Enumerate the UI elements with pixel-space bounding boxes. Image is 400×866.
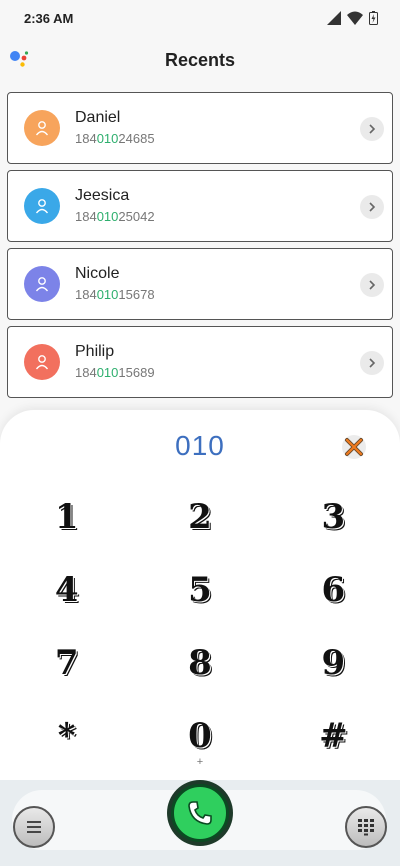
key-label: 8 [188,642,212,683]
key-1[interactable]: 1 [0,480,133,553]
contact-card-nicole[interactable]: Nicole 18401015678 [7,248,393,320]
assistant-icon[interactable] [8,48,30,70]
contact-text: Jeesica 18401025042 [75,186,155,226]
call-button[interactable] [167,780,233,846]
key-label: 9 [321,642,346,683]
key-hash[interactable]: # [267,699,400,772]
contact-number: 18401025042 [75,208,155,226]
key-4[interactable]: 4 [0,553,133,626]
status-time: 2:36 AM [24,10,74,26]
person-icon [35,355,49,370]
show-keypad-button[interactable] [345,806,387,848]
key-label: 2 [188,496,212,537]
chevron-right-icon [369,280,376,290]
status-bar: 2:36 AM [0,0,400,36]
number-suffix: 24685 [118,131,155,146]
number-prefix: 184 [75,287,97,302]
menu-button[interactable] [13,806,55,848]
contact-name: Nicole [75,265,120,282]
contact-name: Philip [75,343,115,360]
contact-text: Nicole 18401015678 [75,264,155,304]
keypad: 1 2 3 4 5 6 7 8 9 * 0 + # [0,480,400,772]
contact-card-jeesica[interactable]: Jeesica 18401025042 [7,170,393,242]
contact-card-philip[interactable]: Philip 18401015689 [7,326,393,398]
menu-icon [27,821,41,833]
phone-icon [188,801,212,825]
number-prefix: 184 [75,365,97,380]
battery-charging-icon [369,11,378,25]
status-icons [327,11,378,25]
number-match: 010 [96,131,119,146]
key-label: 5 [188,569,212,610]
key-8[interactable]: 8 [133,626,266,699]
avatar [24,188,60,224]
avatar [24,344,60,380]
number-match: 010 [96,365,119,380]
key-label: 1 [54,496,79,537]
person-icon [35,277,49,292]
key-0[interactable]: 0 + [133,699,266,772]
contact-number: 18401015678 [75,286,155,304]
key-label: 7 [54,642,79,683]
recents-list: Daniel 18401024685 Jeesica 18401025042 N… [7,92,393,404]
cellular-signal-icon [327,11,341,25]
chevron-right-icon [369,358,376,368]
contact-text: Philip 18401015689 [75,342,155,382]
wifi-icon [347,11,363,25]
contact-name: Daniel [75,109,121,126]
contact-details-button[interactable] [360,195,384,219]
contact-details-button[interactable] [360,273,384,297]
chevron-right-icon [369,124,376,134]
contact-name: Jeesica [75,187,130,204]
number-suffix: 25042 [118,209,155,224]
avatar [24,266,60,302]
number-match: 010 [96,287,119,302]
page-title: Recents [164,49,236,70]
contact-card-daniel[interactable]: Daniel 18401024685 [7,92,393,164]
key-sub-label: + [196,756,204,768]
clear-digit-icon[interactable] [340,432,368,460]
contact-text: Daniel 18401024685 [75,108,155,148]
key-9[interactable]: 9 [267,626,400,699]
contact-details-button[interactable] [360,351,384,375]
key-label: # [319,715,348,756]
key-2[interactable]: 2 [133,480,266,553]
contact-number: 18401024685 [75,130,155,148]
number-prefix: 184 [75,209,97,224]
key-6[interactable]: 6 [267,553,400,626]
chevron-right-icon [369,202,376,212]
person-icon [35,199,49,214]
avatar [24,110,60,146]
key-label: * [57,715,76,756]
key-star[interactable]: * [0,699,133,772]
call-button-inner [171,784,229,842]
key-label: 6 [321,569,346,610]
key-7[interactable]: 7 [0,626,133,699]
header: Recents [0,40,400,80]
dialpad-icon [358,819,374,836]
key-label: 0 [188,715,212,756]
key-3[interactable]: 3 [267,480,400,553]
key-label: 4 [54,569,79,610]
key-5[interactable]: 5 [133,553,266,626]
number-match: 010 [96,209,119,224]
number-suffix: 15678 [118,287,155,302]
number-prefix: 184 [75,131,97,146]
key-label: 3 [321,496,346,537]
contact-details-button[interactable] [360,117,384,141]
person-icon [35,121,49,136]
number-suffix: 15689 [118,365,155,380]
contact-number: 18401015689 [75,364,155,382]
